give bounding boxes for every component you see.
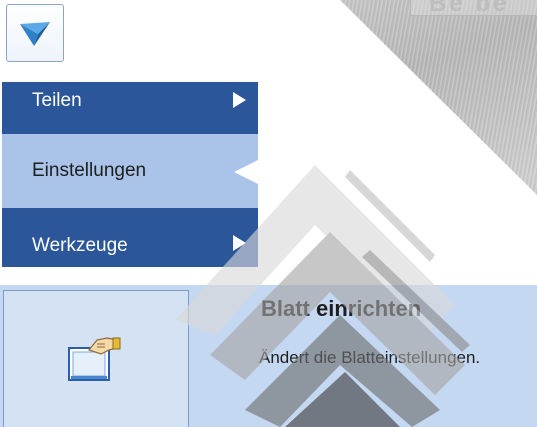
banner-label: Be be <box>410 0 537 16</box>
menu-item-werkzeuge[interactable]: Werkzeuge <box>2 208 258 267</box>
menu-item-label: Einstellungen <box>32 160 147 181</box>
app-logo-icon <box>20 22 50 46</box>
app-screen: Be be Teilen Einstellungen Werkzeuge Bla… <box>0 0 537 427</box>
command-description: Ändert die Blatteinstellungen. <box>259 348 481 367</box>
menu-item-einstellungen[interactable]: Einstellungen <box>2 134 258 208</box>
menu-item-label: Teilen <box>32 90 82 111</box>
menu-item-label: Werkzeuge <box>32 234 128 256</box>
submenu-arrow-icon <box>233 92 246 108</box>
command-title: Blatt einrichten <box>261 296 422 321</box>
submenu-arrow-icon <box>233 235 246 251</box>
menu-item-teilen[interactable]: Teilen <box>2 82 258 134</box>
selection-notch-icon <box>234 160 258 184</box>
page-setup-hand-icon <box>68 337 121 381</box>
app-menu-button[interactable] <box>6 4 64 62</box>
